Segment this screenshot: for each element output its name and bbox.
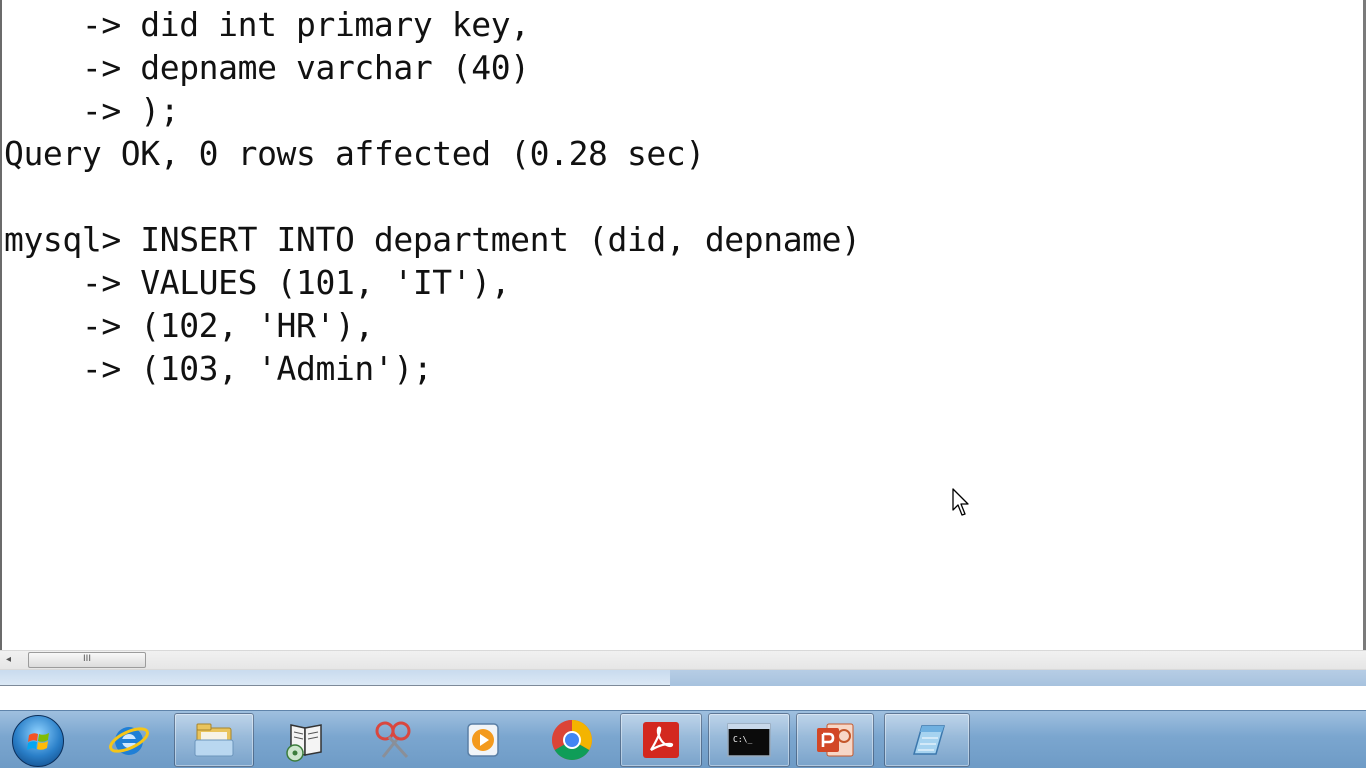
ie-icon [109,727,149,755]
windows-flag-icon [27,733,49,750]
start-button[interactable] [12,715,64,767]
taskbar: C:\_ [0,710,1366,768]
chrome-icon [552,720,592,760]
console-window[interactable]: -> did int primary key, -> depname varch… [0,0,1366,650]
frame-highlight [670,670,1366,686]
taskbar-internet-explorer[interactable] [98,713,160,767]
folder-icon [194,723,234,757]
scroll-left-arrow-icon[interactable]: ◂ [6,653,11,667]
console-line: mysql> INSERT INTO department (did, depn… [4,220,861,259]
console-line: Query OK, 0 rows affected (0.28 sec) [4,134,705,173]
cmd-icon: C:\_ [727,723,771,757]
horizontal-scrollbar[interactable]: ◂ III [0,650,1366,670]
taskbar-google-chrome[interactable] [534,713,610,767]
scrollbar-thumb[interactable]: III [28,652,146,668]
mouse-pointer-icon [952,488,969,516]
window-bottom-frame [0,670,1366,686]
taskbar-snipping-tool[interactable] [356,713,432,767]
play-icon [467,723,499,757]
screen: -> did int primary key, -> depname varch… [0,0,1366,768]
console-line: -> depname varchar (40) [4,48,530,87]
pdf-icon [643,722,679,758]
scissors-icon [375,721,411,759]
console-line: -> VALUES (101, 'IT'), [4,263,511,302]
taskbar-notepad[interactable] [884,713,970,767]
taskbar-command-prompt[interactable]: C:\_ [708,713,790,767]
book-cd-icon [286,724,322,762]
taskbar-windows-explorer[interactable] [174,713,254,767]
console-line: -> did int primary key, [4,5,530,44]
taskbar-reader-app[interactable] [268,713,344,767]
powerpoint-icon [817,723,854,757]
taskbar-adobe-reader[interactable] [620,713,702,767]
console-line: -> (103, 'Admin'); [4,349,433,388]
taskbar-powerpoint[interactable] [796,713,874,767]
taskbar-media-player[interactable] [444,713,520,767]
notepad-icon [913,725,945,755]
console-line: -> ); [4,91,180,130]
console-line: -> (102, 'HR'), [4,306,374,345]
console-output: -> did int primary key, -> depname varch… [4,3,861,390]
desktop-strip [0,686,1366,710]
cmd-icon-label: C:\_ [733,735,752,744]
